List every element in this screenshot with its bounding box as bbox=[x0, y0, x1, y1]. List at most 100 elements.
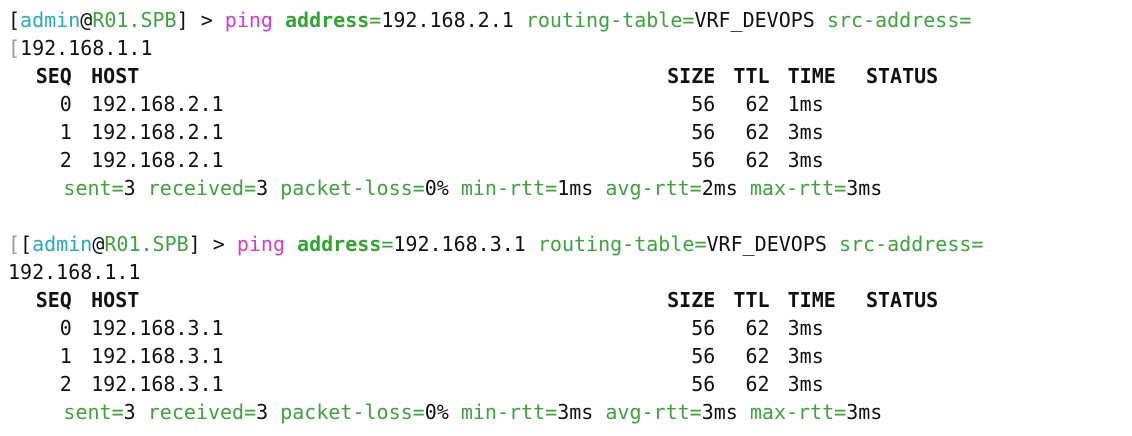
prompt-bracket-open: [ bbox=[8, 8, 21, 32]
row-time: 3ms bbox=[787, 344, 824, 368]
row-host: 192.168.2.1 bbox=[91, 92, 224, 116]
stat-key: received bbox=[147, 176, 245, 200]
column-header-time: TIME bbox=[787, 288, 836, 312]
stat-value: 0% bbox=[424, 176, 449, 200]
param-key: address bbox=[297, 232, 382, 256]
ping-stats-line: sent=3 received=3 packet-loss=0% min-rtt… bbox=[63, 398, 882, 426]
stat-value: 3 bbox=[123, 176, 136, 200]
prompt-user: admin bbox=[32, 232, 93, 256]
wrapped-param-line: 192.168.1.1 bbox=[8, 258, 140, 286]
row-ttl: 62 bbox=[745, 344, 770, 368]
stat-value: 0% bbox=[424, 400, 449, 424]
src-address-value: 192.168.1.1 bbox=[20, 36, 153, 60]
param-value: 192.168.2.1 bbox=[381, 8, 514, 32]
column-header-time: TIME bbox=[787, 64, 836, 88]
prompt-bracket-close: ] > bbox=[176, 8, 225, 32]
stat-equals: = bbox=[834, 176, 847, 200]
row-time: 1ms bbox=[787, 92, 824, 116]
stat-value: 3 bbox=[123, 400, 136, 424]
stat-equals: = bbox=[545, 176, 558, 200]
row-time: 3ms bbox=[787, 316, 824, 340]
stat-value: 3ms bbox=[846, 400, 883, 424]
column-header-seq: SEQ bbox=[35, 288, 72, 312]
column-header-ttl: TTL bbox=[733, 288, 770, 312]
column-header-host: HOST bbox=[91, 288, 140, 312]
prompt-user: admin bbox=[20, 8, 81, 32]
row-seq: 2 bbox=[59, 372, 72, 396]
stat-equals: = bbox=[834, 400, 847, 424]
param-equals: = bbox=[381, 232, 394, 256]
param-value: VRF_DEVOPS bbox=[706, 232, 827, 256]
row-host: 192.168.3.1 bbox=[91, 372, 224, 396]
wrap-marker: [ bbox=[8, 36, 21, 60]
param-key: src-address bbox=[826, 8, 960, 32]
prompt-at: @ bbox=[92, 232, 105, 256]
param-key: routing-table bbox=[525, 8, 683, 32]
stat-equals: = bbox=[545, 400, 558, 424]
column-header-status: STATUS bbox=[865, 288, 939, 312]
prompt-line: [[admin@R01.SPB] > ping address=192.168.… bbox=[8, 230, 983, 258]
row-seq: 2 bbox=[59, 148, 72, 172]
row-time: 3ms bbox=[787, 148, 824, 172]
row-size: 56 bbox=[691, 316, 716, 340]
row-seq: 1 bbox=[59, 120, 72, 144]
wrap-marker: [ bbox=[8, 232, 21, 256]
stat-equals: = bbox=[689, 400, 702, 424]
row-ttl: 62 bbox=[745, 316, 770, 340]
param-equals: = bbox=[694, 232, 707, 256]
row-host: 192.168.3.1 bbox=[91, 316, 224, 340]
stat-equals: = bbox=[412, 176, 425, 200]
prompt-bracket-open: [ bbox=[20, 232, 33, 256]
stat-value: 3ms bbox=[557, 400, 594, 424]
row-host: 192.168.2.1 bbox=[91, 148, 224, 172]
row-host: 192.168.3.1 bbox=[91, 344, 224, 368]
column-header-status: STATUS bbox=[865, 64, 939, 88]
stat-key: min-rtt bbox=[460, 400, 546, 424]
row-seq: 0 bbox=[59, 92, 72, 116]
stat-key: received bbox=[147, 400, 245, 424]
stat-key: sent bbox=[63, 176, 112, 200]
row-seq: 1 bbox=[59, 344, 72, 368]
row-size: 56 bbox=[691, 148, 716, 172]
row-size: 56 bbox=[691, 344, 716, 368]
stat-value: 2ms bbox=[701, 176, 738, 200]
stat-equals: = bbox=[111, 176, 124, 200]
row-time: 3ms bbox=[787, 120, 824, 144]
prompt-at: @ bbox=[80, 8, 93, 32]
stat-key: sent bbox=[63, 400, 112, 424]
row-ttl: 62 bbox=[745, 148, 770, 172]
stat-key: min-rtt bbox=[460, 176, 546, 200]
stat-key: avg-rtt bbox=[605, 176, 690, 200]
command-name[interactable]: ping bbox=[225, 8, 273, 32]
column-header-host: HOST bbox=[91, 64, 140, 88]
stat-key: avg-rtt bbox=[605, 400, 690, 424]
param-equals: = bbox=[971, 232, 984, 256]
param-value: 192.168.3.1 bbox=[393, 232, 526, 256]
row-ttl: 62 bbox=[745, 372, 770, 396]
stat-key: max-rtt bbox=[749, 176, 835, 200]
param-key: address bbox=[285, 8, 370, 32]
wrapped-param-line: [192.168.1.1 bbox=[8, 34, 153, 62]
row-size: 56 bbox=[691, 120, 716, 144]
row-host: 192.168.2.1 bbox=[91, 120, 224, 144]
stat-value: 3 bbox=[256, 400, 269, 424]
param-key: src-address bbox=[838, 232, 972, 256]
command-name[interactable]: ping bbox=[237, 232, 285, 256]
stat-value: 1ms bbox=[557, 176, 594, 200]
row-ttl: 62 bbox=[745, 120, 770, 144]
stat-equals: = bbox=[244, 400, 257, 424]
prompt-host: R01.SPB bbox=[104, 232, 189, 256]
row-ttl: 62 bbox=[745, 92, 770, 116]
prompt-line: [admin@R01.SPB] > ping address=192.168.2… bbox=[8, 6, 971, 34]
stat-key: max-rtt bbox=[749, 400, 835, 424]
stat-equals: = bbox=[244, 176, 257, 200]
row-size: 56 bbox=[691, 372, 716, 396]
stat-value: 3ms bbox=[701, 400, 738, 424]
column-header-seq: SEQ bbox=[35, 64, 72, 88]
stat-equals: = bbox=[689, 176, 702, 200]
stat-key: packet-loss bbox=[280, 176, 413, 200]
row-time: 3ms bbox=[787, 372, 824, 396]
row-seq: 0 bbox=[59, 316, 72, 340]
stat-equals: = bbox=[111, 400, 124, 424]
param-equals: = bbox=[682, 8, 695, 32]
